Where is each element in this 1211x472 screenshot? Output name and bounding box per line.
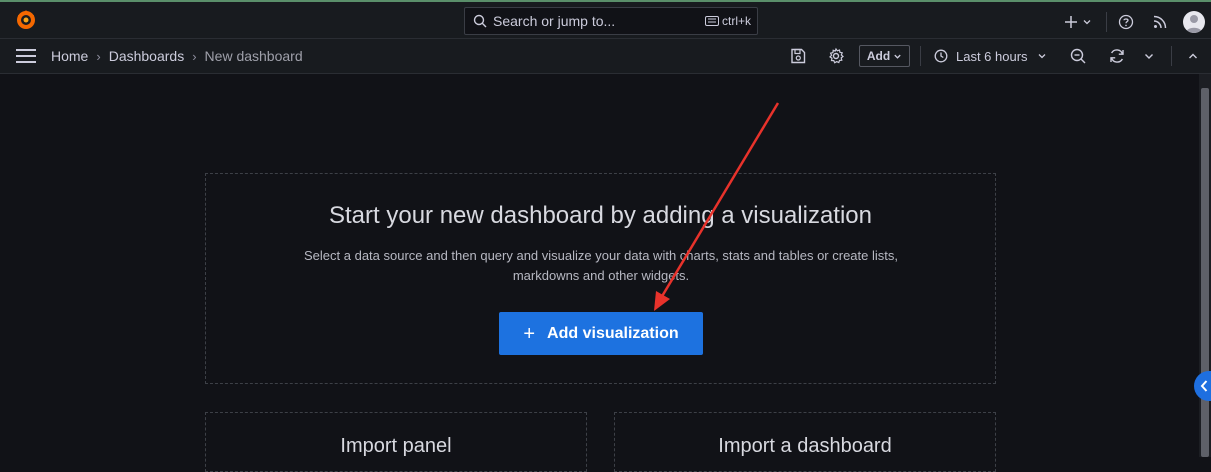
import-dashboard-title: Import a dashboard (718, 435, 892, 457)
search-bar[interactable]: Search or jump to... ctrl+k (464, 7, 758, 35)
breadcrumb-separator-icon: › (192, 48, 197, 64)
scrollbar-thumb[interactable] (1201, 88, 1209, 457)
help-icon (1118, 14, 1134, 30)
refresh-interval-chevron-down-icon[interactable] (1140, 47, 1158, 65)
divider (1171, 46, 1172, 66)
breadcrumb-separator-icon: › (96, 48, 101, 64)
breadcrumb: Home › Dashboards › New dashboard (51, 39, 303, 73)
import-panel-card[interactable]: Import panel (205, 412, 587, 472)
side-panel-toggle[interactable] (1194, 371, 1211, 401)
user-icon (1186, 15, 1202, 33)
keyboard-icon (704, 16, 719, 26)
zoom-out-icon[interactable] (1069, 47, 1087, 65)
empty-state-title: Start your new dashboard by adding a vis… (329, 202, 872, 229)
rss-icon (1153, 15, 1167, 29)
shortcut-label: ctrl+k (721, 14, 751, 28)
news-button[interactable] (1153, 4, 1167, 40)
chevron-down-icon (1038, 54, 1046, 59)
menu-icon[interactable] (16, 49, 36, 63)
search-placeholder: Search or jump to... (493, 13, 616, 29)
settings-gear-icon[interactable] (827, 47, 845, 65)
empty-state-description: Select a data source and then query and … (304, 248, 898, 283)
top-bar: Search or jump to... ctrl+k (0, 2, 1211, 39)
clock-icon (934, 49, 948, 63)
help-button[interactable] (1118, 4, 1134, 40)
add-dropdown-button[interactable]: Add (859, 45, 910, 67)
divider (920, 46, 921, 66)
dashboard-navbar: Home › Dashboards › New dashboard Add La… (0, 39, 1211, 74)
search-icon (473, 14, 487, 28)
add-visualization-label: Add visualization (547, 324, 679, 342)
chevron-down-icon (894, 54, 901, 59)
collapse-chevron-up-icon[interactable] (1184, 47, 1202, 65)
chevron-down-icon (1083, 20, 1091, 25)
breadcrumb-home[interactable]: Home (51, 48, 88, 64)
grafana-logo-icon[interactable] (14, 8, 38, 32)
refresh-icon[interactable] (1108, 47, 1126, 65)
chevron-left-icon (1200, 380, 1208, 392)
keyboard-shortcut: ctrl+k (704, 14, 751, 28)
add-visualization-button[interactable]: + Add visualization (499, 312, 703, 355)
divider (1106, 12, 1107, 32)
empty-dashboard-panel: Start your new dashboard by adding a vis… (205, 173, 996, 384)
breadcrumb-current: New dashboard (204, 48, 303, 64)
user-avatar[interactable] (1183, 11, 1205, 33)
time-range-label: Last 6 hours (956, 48, 1028, 64)
import-dashboard-card[interactable]: Import a dashboard (614, 412, 996, 472)
import-panel-title: Import panel (340, 435, 452, 457)
add-label: Add (866, 49, 891, 63)
save-icon[interactable] (789, 47, 807, 65)
new-menu[interactable] (1064, 4, 1092, 40)
time-range-picker[interactable]: Last 6 hours (934, 39, 1047, 73)
plus-icon: + (523, 322, 536, 345)
breadcrumb-dashboards[interactable]: Dashboards (109, 48, 185, 64)
plus-icon (1065, 16, 1077, 28)
